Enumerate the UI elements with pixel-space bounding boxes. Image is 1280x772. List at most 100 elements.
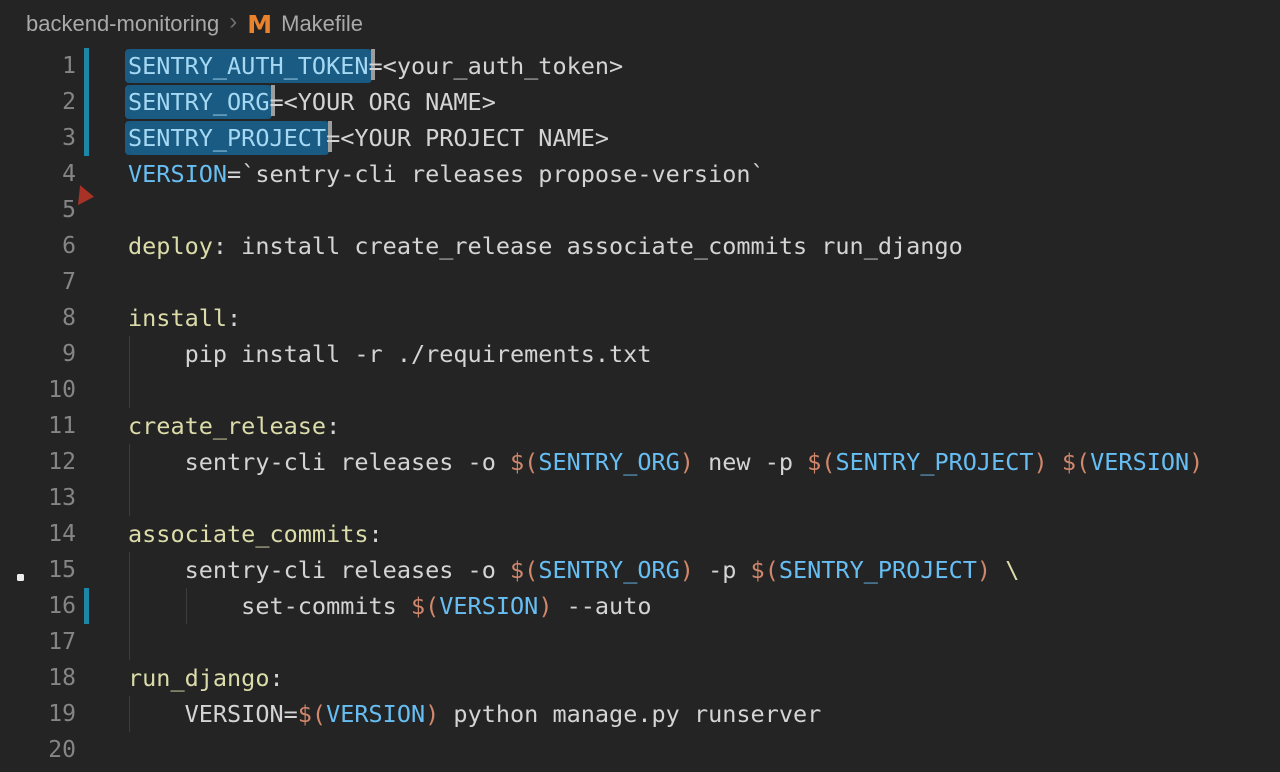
- token-variable: SENTRY_PROJECT: [835, 448, 1033, 476]
- token-target: deploy: [128, 232, 213, 260]
- token-text: pip install -r ./requirements.txt: [128, 340, 651, 368]
- token-text: VERSION=: [128, 700, 298, 728]
- code-text: sentry-cli releases -o $(SENTRY_ORG) -p …: [128, 552, 1019, 588]
- modified-line-indicator: [84, 48, 89, 84]
- token-target: run_django: [128, 664, 269, 692]
- code-text: install:: [128, 300, 241, 336]
- line-number: 5: [0, 192, 76, 228]
- code-text: associate_commits:: [128, 516, 383, 552]
- line-number: 17: [0, 624, 76, 660]
- code-text: VERSION=$(VERSION) python manage.py runs…: [128, 696, 821, 732]
- selected-text: SENTRY_AUTH_TOKEN: [128, 49, 369, 83]
- token-substitution: ): [1189, 448, 1203, 476]
- token-target: \: [1005, 556, 1019, 584]
- code-line[interactable]: 12 sentry-cli releases -o $(SENTRY_ORG) …: [0, 444, 1280, 480]
- code-line[interactable]: 14associate_commits:: [0, 516, 1280, 552]
- line-number: 13: [0, 480, 76, 516]
- code-line[interactable]: 16 set-commits $(VERSION) --auto: [0, 588, 1280, 624]
- token-text: --auto: [552, 592, 651, 620]
- code-text: set-commits $(VERSION) --auto: [128, 588, 652, 624]
- code-line[interactable]: 17: [0, 624, 1280, 660]
- code-line[interactable]: 5: [0, 192, 1280, 228]
- token-text: : install create_release associate_commi…: [213, 232, 963, 260]
- line-number: 20: [0, 732, 76, 768]
- token-variable: SENTRY_ORG: [538, 556, 679, 584]
- chevron-right-icon: ›: [229, 8, 237, 36]
- line-number: 10: [0, 372, 76, 408]
- code-line[interactable]: 15 sentry-cli releases -o $(SENTRY_ORG) …: [0, 552, 1280, 588]
- token-substitution: $(: [510, 448, 538, 476]
- token-text: =<YOUR ORG NAME>: [269, 88, 495, 116]
- code-line[interactable]: 6 deploy: install create_release associat…: [0, 228, 1280, 264]
- token-substitution: ): [1034, 448, 1048, 476]
- token-text: :: [227, 304, 241, 332]
- line-number: 9: [0, 336, 76, 372]
- token-text: =<YOUR PROJECT NAME>: [326, 124, 609, 152]
- line-number: 12: [0, 444, 76, 480]
- token-substitution: $(: [807, 448, 835, 476]
- line-number: 15: [0, 552, 76, 588]
- token-substitution: ): [680, 556, 694, 584]
- code-line[interactable]: 19 VERSION=$(VERSION) python manage.py r…: [0, 696, 1280, 732]
- token-variable: VERSION: [326, 700, 425, 728]
- breadcrumb-file[interactable]: Makefile: [281, 11, 363, 37]
- modified-line-indicator: [84, 120, 89, 156]
- token-text: python manage.py runserver: [439, 700, 821, 728]
- code-line[interactable]: 20: [0, 732, 1280, 768]
- token-substitution: $(: [510, 556, 538, 584]
- token-text: -p: [694, 556, 751, 584]
- modified-line-indicator: [84, 588, 89, 624]
- line-number: 6: [0, 228, 76, 264]
- code-line[interactable]: 1 SENTRY_AUTH_TOKEN=<your_auth_token>: [0, 48, 1280, 84]
- line-number: 16: [0, 588, 76, 624]
- code-text: sentry-cli releases -o $(SENTRY_ORG) new…: [128, 444, 1203, 480]
- indent-guide-icon: [129, 624, 130, 660]
- indent-guide-icon: [129, 480, 130, 516]
- code-line[interactable]: 2 SENTRY_ORG=<YOUR ORG NAME>: [0, 84, 1280, 120]
- code-line[interactable]: 7: [0, 264, 1280, 300]
- line-number: 8: [0, 300, 76, 336]
- token-variable: VERSION: [128, 160, 227, 188]
- token-substitution: ): [425, 700, 439, 728]
- token-substitution: $(: [298, 700, 326, 728]
- code-line[interactable]: 3SENTRY_PROJECT=<YOUR PROJECT NAME>: [0, 120, 1280, 156]
- token-text: =<your_auth_token>: [369, 52, 624, 80]
- token-text: [991, 556, 1005, 584]
- code-editor[interactable]: 1 SENTRY_AUTH_TOKEN=<your_auth_token> 2 SEN…: [0, 48, 1280, 768]
- code-text: VERSION=`sentry-cli releases propose-ver…: [128, 156, 765, 192]
- token-variable: SENTRY_ORG: [538, 448, 679, 476]
- token-variable: VERSION: [439, 592, 538, 620]
- token-target: create_release: [128, 412, 326, 440]
- code-text: SENTRY_ORG=<YOUR ORG NAME>: [128, 84, 496, 120]
- code-line[interactable]: 18run_django:: [0, 660, 1280, 696]
- indent-guide-icon: [129, 372, 130, 408]
- breadcrumb-folder[interactable]: backend-monitoring: [26, 11, 219, 37]
- token-text: set-commits: [128, 592, 411, 620]
- code-line[interactable]: 11create_release:: [0, 408, 1280, 444]
- code-line[interactable]: 9 pip install -r ./requirements.txt: [0, 336, 1280, 372]
- line-number: 7: [0, 264, 76, 300]
- token-substitution: $(: [1062, 448, 1090, 476]
- mouse-dot: [17, 574, 24, 581]
- token-text: :: [326, 412, 340, 440]
- token-text: :: [369, 520, 383, 548]
- code-line[interactable]: 10: [0, 372, 1280, 408]
- token-text: =`sentry-cli releases propose-version`: [227, 160, 765, 188]
- token-variable: VERSION: [1090, 448, 1189, 476]
- code-text: deploy: install create_release associate…: [128, 228, 963, 264]
- selected-text: SENTRY_ORG: [128, 85, 269, 119]
- code-line[interactable]: 8 install:: [0, 300, 1280, 336]
- code-text: run_django:: [128, 660, 284, 696]
- token-target: associate_commits: [128, 520, 369, 548]
- line-number: 1: [0, 48, 76, 84]
- code-text: SENTRY_PROJECT=<YOUR PROJECT NAME>: [128, 120, 609, 156]
- code-text: SENTRY_AUTH_TOKEN=<your_auth_token>: [128, 48, 623, 84]
- token-substitution: $(: [751, 556, 779, 584]
- code-line[interactable]: 13: [0, 480, 1280, 516]
- token-text: [1048, 448, 1062, 476]
- line-number: 2: [0, 84, 76, 120]
- line-number: 4: [0, 156, 76, 192]
- code-line[interactable]: 4 VERSION=`sentry-cli releases propose-ve…: [0, 156, 1280, 192]
- token-substitution: ): [680, 448, 694, 476]
- makefile-icon: M: [247, 10, 272, 39]
